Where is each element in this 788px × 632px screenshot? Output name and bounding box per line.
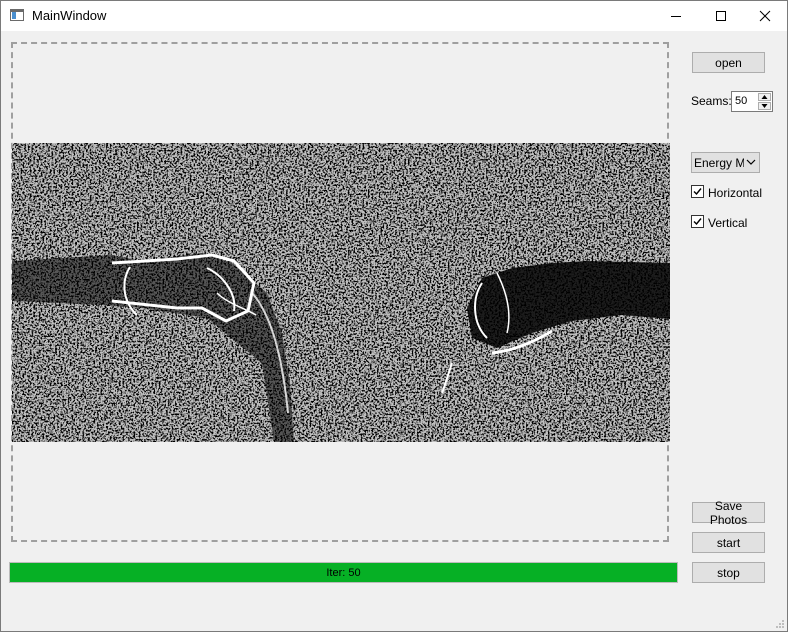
energy-selected-value: Energy M [694,156,744,170]
seams-value: 50 [735,95,748,107]
checkmark-icon [693,188,702,196]
start-button[interactable]: start [692,532,765,553]
chevron-down-icon [746,159,756,165]
horizontal-label[interactable]: Horizontal [708,186,762,200]
maximize-button[interactable] [698,1,744,31]
title-bar[interactable]: MainWindow [1,1,787,31]
horizontal-checkbox[interactable] [691,185,704,198]
stop-button[interactable]: stop [692,562,765,583]
close-button[interactable] [742,1,788,31]
energy-map-image [12,143,670,442]
chevron-down-icon [761,104,768,108]
vertical-label[interactable]: Vertical [708,216,747,230]
window-title: MainWindow [32,8,107,23]
spin-up-button[interactable] [758,93,771,101]
spin-down-button[interactable] [758,102,771,110]
progress-bar: Iter: 50 [9,562,678,583]
save-photos-button[interactable]: Save Photos [692,499,765,527]
progress-text: Iter: 50 [326,566,361,579]
close-icon [759,10,771,22]
app-window-icon [10,9,24,21]
checkmark-icon [693,218,702,226]
seams-label: Seams: [691,94,732,108]
open-button[interactable]: open [692,52,765,73]
chevron-up-icon [761,95,768,99]
resize-grip-icon[interactable] [775,619,785,629]
energy-function-select[interactable]: Energy M [691,152,760,173]
vertical-checkbox[interactable] [691,215,704,228]
minimize-icon [671,16,681,17]
minimize-button[interactable] [653,1,699,31]
seams-spinbox[interactable]: 50 [731,91,773,112]
maximize-icon [716,11,726,21]
